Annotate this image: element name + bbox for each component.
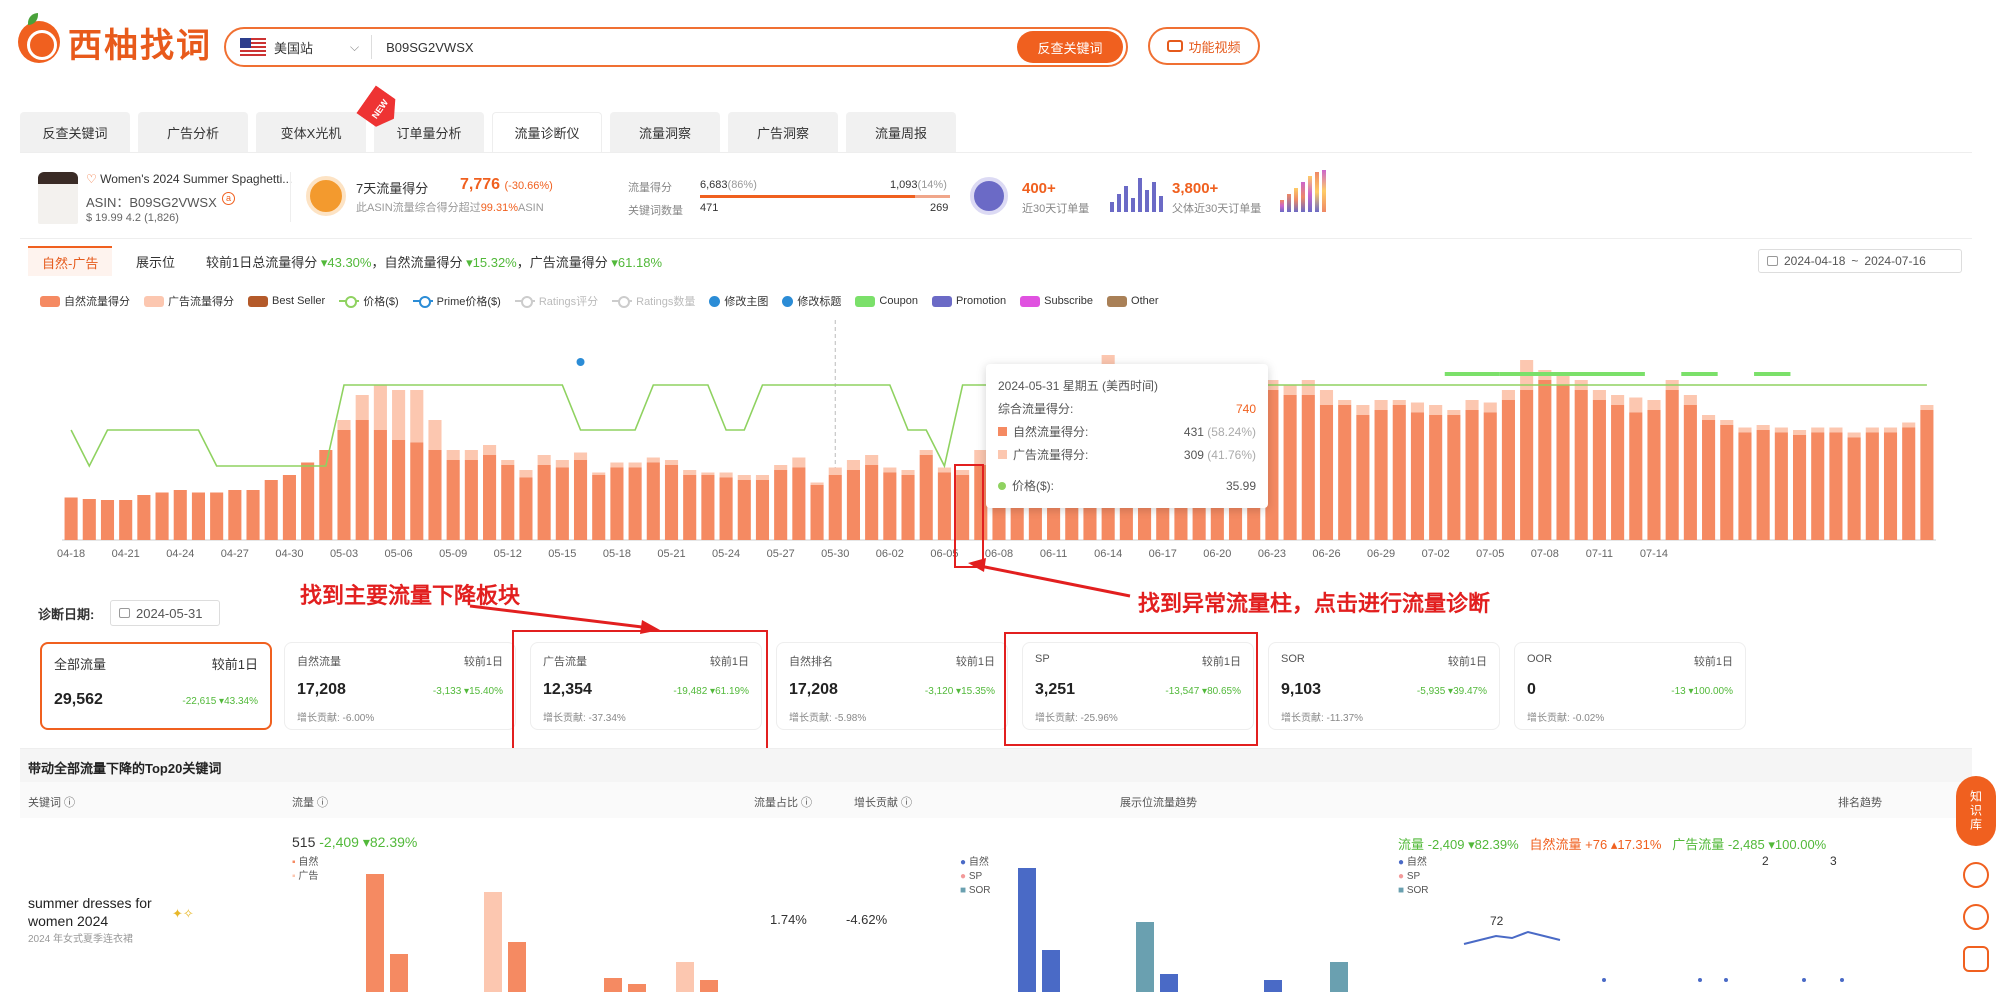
- chat-icon[interactable]: [1963, 904, 1989, 930]
- mini-charts: [366, 868, 1844, 992]
- rank-line: [1463, 930, 1561, 945]
- th-contribution[interactable]: 增长贡献 ⓘ: [854, 794, 912, 810]
- metric-value: 29,562: [54, 691, 103, 708]
- mini-placement-bar: [1042, 950, 1060, 992]
- rank-dot: [1724, 978, 1728, 982]
- rank-dot: [1698, 978, 1702, 982]
- metric-contribution: 增长贡献: -5.98%: [789, 713, 867, 724]
- metric-value: 0: [1527, 681, 1536, 698]
- metric-compare: 较前1日: [1693, 656, 1733, 668]
- metric-card-0[interactable]: 全部流量 较前1日 29,562 -22,615 ▾43.34%: [40, 642, 272, 730]
- metric-delta: -22,615 ▾43.34%: [182, 696, 258, 707]
- metric-title: 全部流量: [54, 657, 107, 672]
- th-keyword[interactable]: 关键词 ⓘ: [28, 794, 75, 810]
- metric-value: 17,208: [789, 681, 838, 698]
- metric-value: 17,208: [297, 681, 346, 698]
- metric-card-5[interactable]: SOR 较前1日 9,103 -5,935 ▾39.47% 增长贡献: -11.37%: [1268, 642, 1500, 730]
- ad-card-highlight: [512, 630, 768, 754]
- metric-title: 自然流量: [297, 656, 341, 668]
- metric-contribution: 增长贡献: -11.37%: [1281, 713, 1364, 724]
- metric-delta: -13 ▾100.00%: [1671, 686, 1733, 697]
- knowledge-base-button[interactable]: 知识库: [1956, 776, 1996, 846]
- diag-date-label: 诊断日期:: [38, 607, 95, 622]
- mini-placement-bar: [1264, 980, 1282, 992]
- mini-placement-bar: [1160, 974, 1178, 992]
- metric-contribution: 增长贡献: -6.00%: [297, 713, 375, 724]
- mini-flow-bar: [366, 874, 384, 992]
- metric-delta: -3,133 ▾15.40%: [432, 686, 503, 697]
- metric-delta: -3,120 ▾15.35%: [924, 686, 995, 697]
- metric-compare: 较前1日: [1447, 656, 1487, 668]
- customer-service-icon[interactable]: [1963, 862, 1989, 888]
- metric-compare: 较前1日: [463, 656, 503, 668]
- mini-flow-bar: [604, 978, 622, 992]
- metric-title: OOR: [1527, 653, 1553, 665]
- mini-flow-bar: [484, 892, 502, 992]
- th-rank-trend: 排名趋势: [1838, 797, 1882, 809]
- metric-card-3[interactable]: 自然排名 较前1日 17,208 -3,120 ▾15.35% 增长贡献: -5.98%: [776, 642, 1008, 730]
- diag-date-input[interactable]: 2024-05-31: [110, 600, 220, 626]
- metric-card-6[interactable]: OOR 较前1日 0 -13 ▾100.00% 增长贡献: -0.02%: [1514, 642, 1746, 730]
- metric-delta: -5,935 ▾39.47%: [1416, 686, 1487, 697]
- top20-title: 带动全部流量下降的Top20关键词: [28, 761, 222, 776]
- sp-card-highlight: [1004, 632, 1258, 746]
- feedback-icon[interactable]: [1963, 946, 1989, 972]
- th-flow-share[interactable]: 流量占比 ⓘ: [754, 794, 812, 810]
- metric-contribution: 增长贡献: -0.02%: [1527, 713, 1605, 724]
- metric-compare: 较前1日: [211, 657, 258, 672]
- side-float: 知识库: [1956, 776, 1996, 972]
- th-placement-trend: 展示位流量趋势: [1120, 797, 1197, 809]
- metric-value: 9,103: [1281, 681, 1322, 698]
- metric-title: 自然排名: [789, 656, 833, 668]
- mini-flow-bar: [676, 962, 694, 992]
- arrow-to-ad-card: [469, 604, 651, 630]
- rank-dot: [1602, 978, 1606, 982]
- metric-compare: 较前1日: [955, 656, 995, 668]
- metric-title: SOR: [1281, 653, 1305, 665]
- mini-placement-bar: [1136, 922, 1154, 992]
- mini-flow-bar: [700, 980, 718, 992]
- mini-flow-bar: [508, 942, 526, 992]
- arrow-to-bar: [979, 564, 1131, 598]
- metric-card-1[interactable]: 自然流量 较前1日 17,208 -3,133 ▾15.40% 增长贡献: -6.00%: [284, 642, 516, 730]
- mini-flow-bar: [390, 954, 408, 992]
- calendar-icon: [119, 608, 130, 618]
- mini-placement-bar: [1330, 962, 1348, 992]
- arrow-head: [968, 558, 986, 572]
- rank-dot: [1802, 978, 1806, 982]
- mini-flow-bar: [628, 984, 646, 992]
- rank-dot: [1840, 978, 1844, 982]
- page-root: { "header": { "logo_text": "西柚找词", "site…: [0, 0, 2000, 997]
- mini-placement-bar: [1018, 868, 1036, 992]
- th-flow[interactable]: 流量 ⓘ: [292, 794, 328, 810]
- top20-band: [20, 748, 1972, 782]
